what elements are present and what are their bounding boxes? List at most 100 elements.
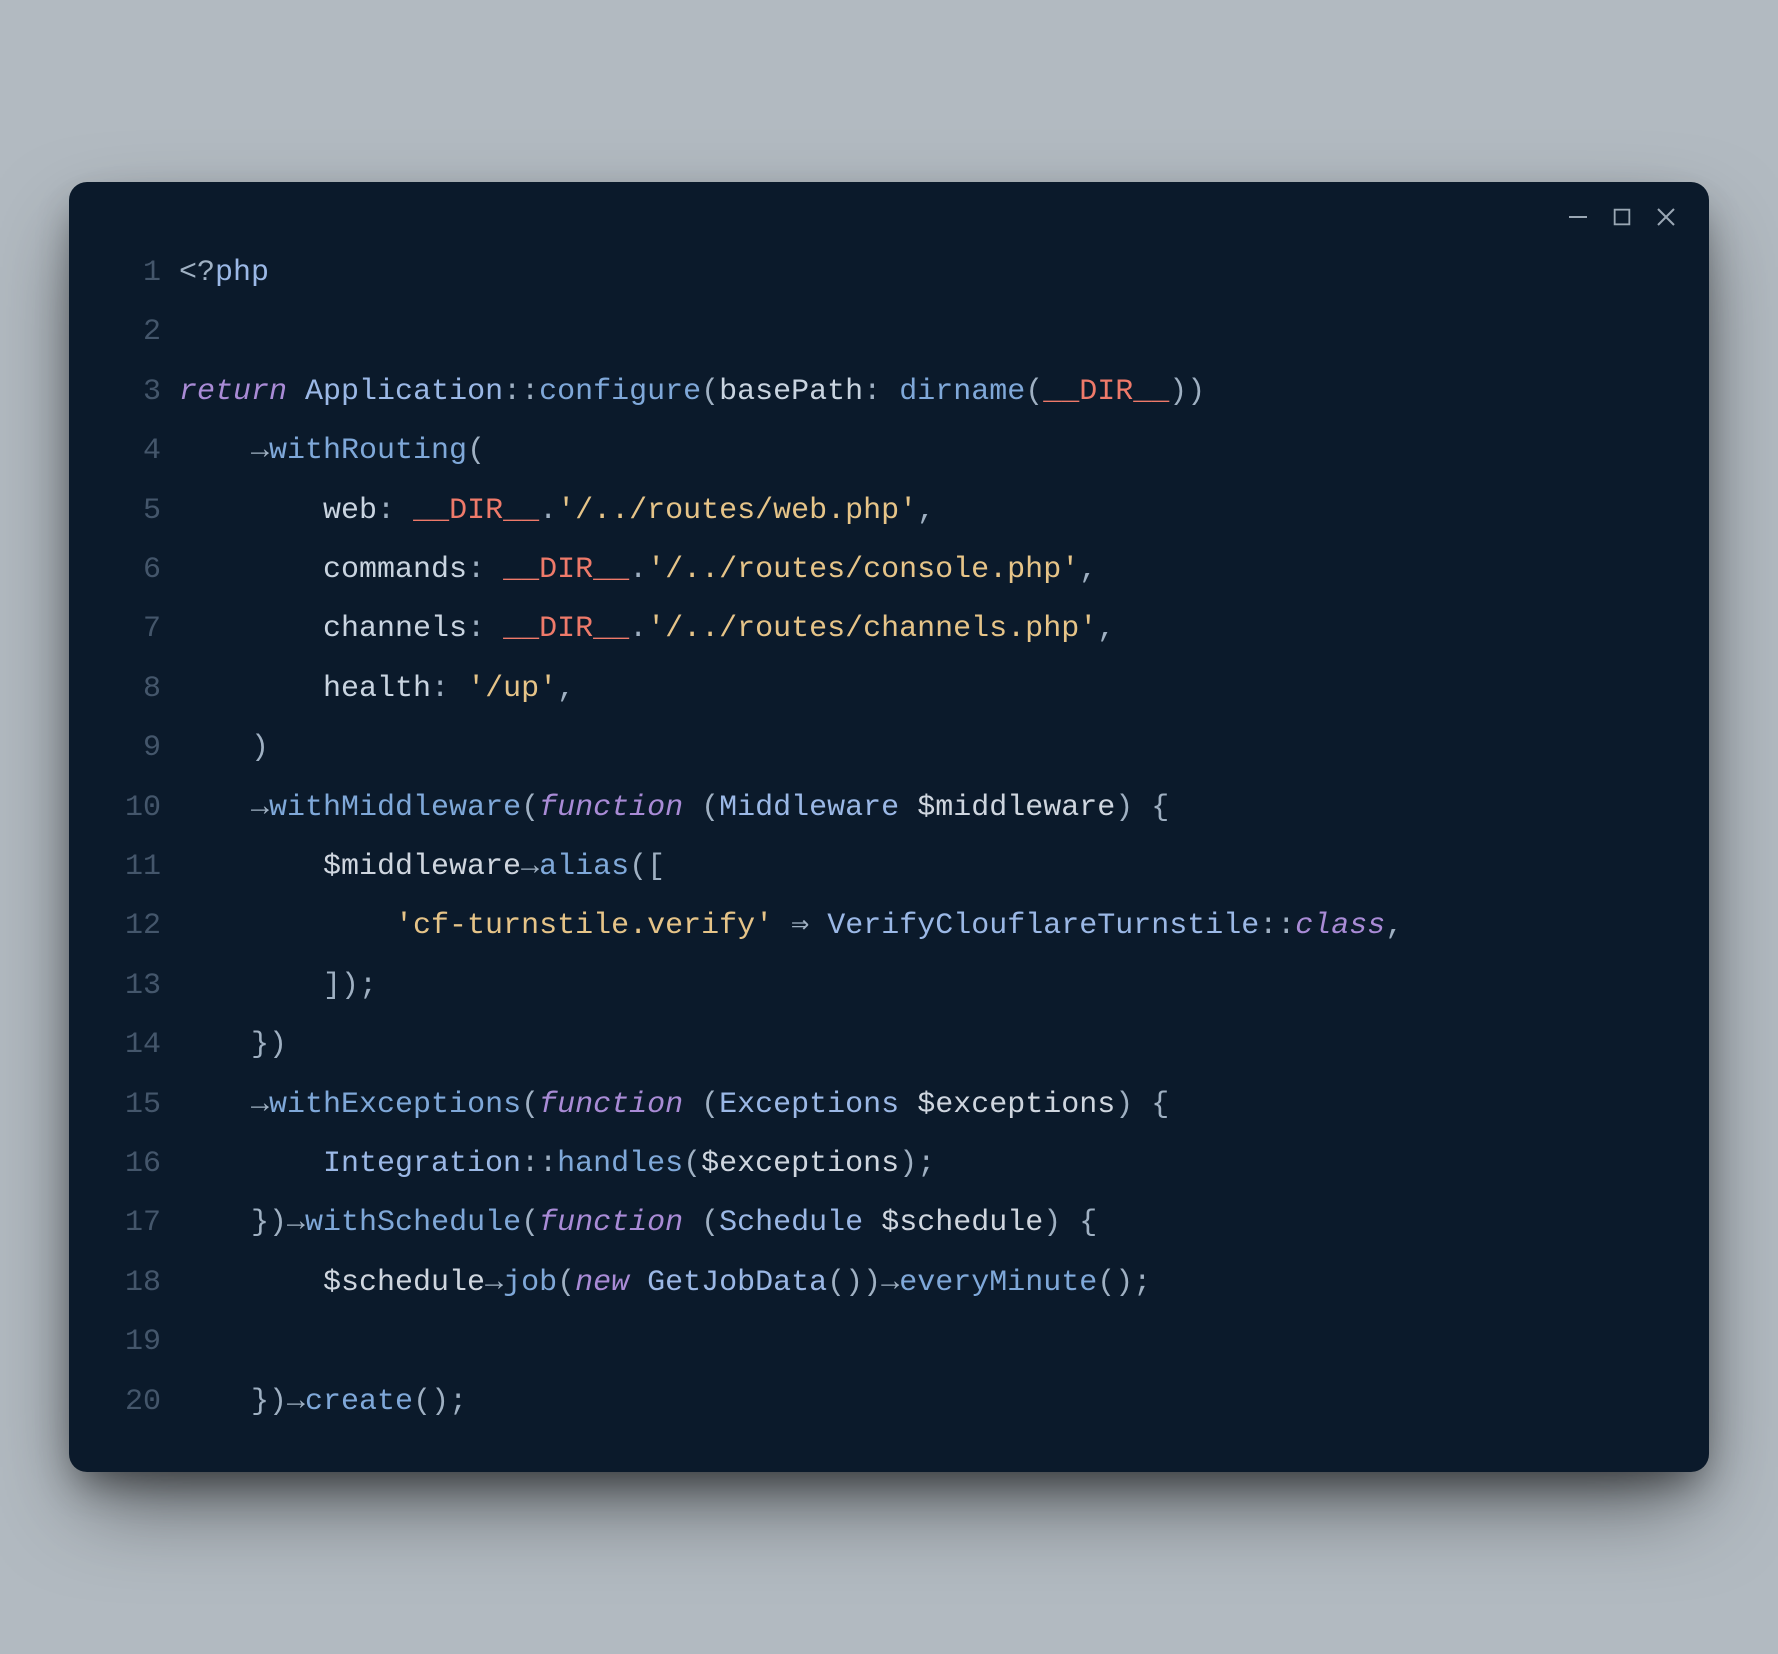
line-number: 9 <box>69 719 179 778</box>
code-line: 20 })→create(); <box>69 1373 1669 1432</box>
token-punc: :: <box>521 1147 557 1181</box>
code-line: 12 'cf-turnstile.verify' ⇒ VerifyCloufla… <box>69 897 1669 956</box>
token-punc <box>863 1206 881 1240</box>
token-punc <box>899 791 917 825</box>
token-type: Application <box>305 375 503 409</box>
token-punc: , <box>1385 909 1403 943</box>
token-punc: (); <box>413 1385 467 1419</box>
token-punc: ()) <box>827 1266 881 1300</box>
code-content: return Application::configure(basePath: … <box>179 363 1669 422</box>
token-punc: ) { <box>1043 1206 1097 1240</box>
code-content: →withMiddleware(function (Middleware $mi… <box>179 779 1669 838</box>
minimize-button[interactable] <box>1565 204 1591 230</box>
editor-window: 1<?php2 3return Application::configure(b… <box>69 182 1709 1472</box>
token-punc: (); <box>1097 1266 1151 1300</box>
token-punc: ( <box>683 1147 701 1181</box>
code-line: 18 $schedule→job(new GetJobData())→every… <box>69 1254 1669 1313</box>
token-punc: ([ <box>629 850 665 884</box>
token-punc: )) <box>1169 375 1205 409</box>
token-kw: new <box>575 1266 629 1300</box>
stage: 1<?php2 3return Application::configure(b… <box>0 0 1778 1654</box>
code-content: })→withSchedule(function (Schedule $sche… <box>179 1194 1669 1253</box>
token-fn: alias <box>539 850 629 884</box>
token-punc <box>179 612 323 646</box>
token-punc: , <box>1079 553 1097 587</box>
token-var: $middleware <box>323 850 521 884</box>
token-punc: }) <box>179 1206 287 1240</box>
code-content: ]); <box>179 957 1669 1016</box>
line-number: 15 <box>69 1076 179 1135</box>
line-number: 8 <box>69 660 179 719</box>
line-number: 11 <box>69 838 179 897</box>
token-punc <box>629 1266 647 1300</box>
token-punc: ) <box>179 731 269 765</box>
token-type: Exceptions <box>719 1088 899 1122</box>
token-kw: function <box>539 1206 683 1240</box>
token-fn: dirname <box>899 375 1025 409</box>
token-punc: ( <box>701 375 719 409</box>
line-number: 18 <box>69 1254 179 1313</box>
code-content: 'cf-turnstile.verify' ⇒ VerifyClouflareT… <box>179 897 1669 956</box>
code-content: →withRouting( <box>179 422 1669 481</box>
token-punc: ( <box>521 1206 539 1240</box>
token-var: $schedule <box>881 1206 1043 1240</box>
code-line: 19 <box>69 1313 1669 1372</box>
token-classkw: class <box>1295 909 1385 943</box>
token-punc: ( <box>683 1088 719 1122</box>
token-punc: ( <box>683 791 719 825</box>
code-line: 7 channels: __DIR__.'/../routes/channels… <box>69 600 1669 659</box>
token-fn: job <box>503 1266 557 1300</box>
close-button[interactable] <box>1653 204 1679 230</box>
token-str: '/../routes/web.php' <box>557 494 917 528</box>
line-number: 1 <box>69 244 179 303</box>
code-content: health: '/up', <box>179 660 1669 719</box>
code-line: 15 →withExceptions(function (Exceptions … <box>69 1076 1669 1135</box>
token-punc: . <box>629 612 647 646</box>
token-punc <box>179 1266 323 1300</box>
code-line: 9 ) <box>69 719 1669 778</box>
token-punc: : <box>431 672 467 706</box>
token-fn: withRouting <box>269 434 467 468</box>
token-punc <box>179 1147 323 1181</box>
code-line: 2 <box>69 303 1669 362</box>
token-fn: configure <box>539 375 701 409</box>
token-str: 'cf-turnstile.verify' <box>395 909 773 943</box>
token-named: basePath <box>719 375 863 409</box>
line-number: 10 <box>69 779 179 838</box>
code-line: 1<?php <box>69 244 1669 303</box>
token-punc: }) <box>179 1028 287 1062</box>
token-fn: everyMinute <box>899 1266 1097 1300</box>
code-content: ) <box>179 719 1669 778</box>
maximize-button[interactable] <box>1609 204 1635 230</box>
token-punc: ( <box>467 434 485 468</box>
token-fn: handles <box>557 1147 683 1181</box>
maximize-icon <box>1611 206 1633 228</box>
token-arrow: → <box>251 1088 269 1122</box>
token-punc: . <box>629 553 647 587</box>
code-content: →withExceptions(function (Exceptions $ex… <box>179 1076 1669 1135</box>
code-editor[interactable]: 1<?php2 3return Application::configure(b… <box>69 238 1709 1442</box>
code-content: $schedule→job(new GetJobData())→everyMin… <box>179 1254 1669 1313</box>
line-number: 16 <box>69 1135 179 1194</box>
token-punc: ]); <box>179 969 377 1003</box>
token-var: $schedule <box>323 1266 485 1300</box>
line-number: 2 <box>69 303 179 362</box>
code-content: channels: __DIR__.'/../routes/channels.p… <box>179 600 1669 659</box>
token-punc: : <box>863 375 899 409</box>
code-line: 3return Application::configure(basePath:… <box>69 363 1669 422</box>
token-punc <box>179 672 323 706</box>
token-punc: ) { <box>1115 1088 1169 1122</box>
close-icon <box>1654 205 1678 229</box>
code-content: })→create(); <box>179 1373 1669 1432</box>
token-type: Middleware <box>719 791 899 825</box>
token-punc: ) { <box>1115 791 1169 825</box>
token-type: Schedule <box>719 1206 863 1240</box>
code-line: 11 $middleware→alias([ <box>69 838 1669 897</box>
code-line: 13 ]); <box>69 957 1669 1016</box>
line-number: 19 <box>69 1313 179 1372</box>
token-const: __DIR__ <box>413 494 539 528</box>
token-var: $middleware <box>917 791 1115 825</box>
code-line: 4 →withRouting( <box>69 422 1669 481</box>
token-arrow: → <box>485 1266 503 1300</box>
code-line: 17 })→withSchedule(function (Schedule $s… <box>69 1194 1669 1253</box>
